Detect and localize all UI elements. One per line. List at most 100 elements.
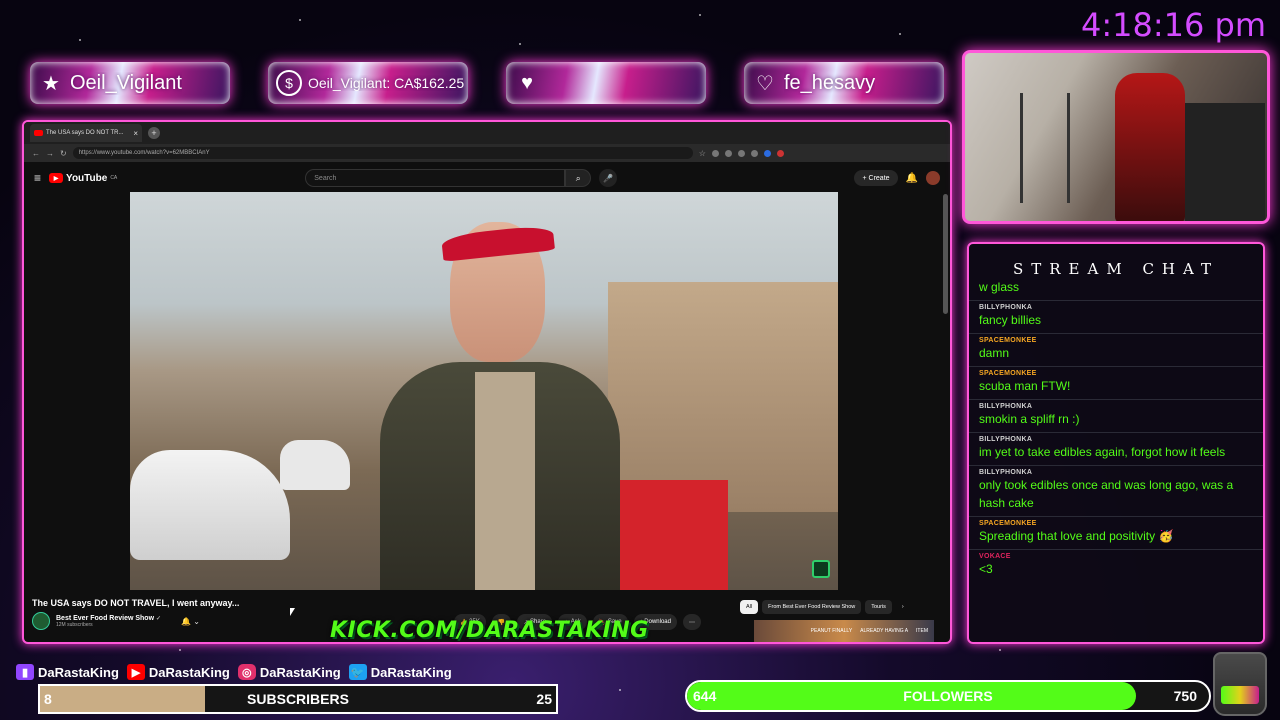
chat-message-text: w glass	[979, 280, 1020, 294]
chip-tourism[interactable]: Touris	[865, 600, 892, 614]
bookmark-star-icon[interactable]: ☆	[699, 149, 706, 158]
browser-window: The USA says DO NOT TR... × + ← → ↻ http…	[22, 120, 952, 644]
page-scrollbar[interactable]	[943, 194, 948, 314]
chat-message: BILLYPHONKA fancy billies	[969, 301, 1263, 334]
extension-icon[interactable]	[724, 149, 732, 157]
create-button[interactable]: + Create	[854, 170, 898, 186]
extension-icon[interactable]	[737, 149, 745, 157]
chat-message: SPACEMONKEE damn	[969, 334, 1263, 367]
social-handle: DaRastaKing	[370, 664, 452, 680]
chat-message-text: <3	[979, 562, 993, 576]
video-person-shirt	[475, 372, 535, 590]
social-handle: DaRastaKing	[38, 664, 119, 680]
video-person	[380, 212, 620, 590]
url-field[interactable]: https://www.youtube.com/watch?v=62MBBCIA…	[72, 147, 693, 159]
chat-username: BILLYPHONKA	[979, 403, 1033, 410]
voice-search-button[interactable]: 🎤	[599, 169, 618, 187]
close-tab-icon[interactable]: ×	[133, 129, 138, 138]
new-tab-button[interactable]: +	[148, 127, 160, 139]
youtube-icon: ▶	[126, 664, 145, 680]
tab-youtube[interactable]: The USA says DO NOT TR... ×	[30, 124, 142, 142]
chat-message: BILLYPHONKA only took edibles once and w…	[969, 466, 1263, 517]
extension-icon[interactable]	[763, 149, 771, 157]
extension-icon[interactable]	[750, 149, 758, 157]
channel-name[interactable]: Best Ever Food Review Show	[56, 615, 154, 622]
alert-donation: $ Oeil_Vigilant: CA$162.25	[268, 62, 468, 104]
star-icon: ★	[42, 72, 60, 95]
more-icon: ⋯	[688, 619, 695, 626]
alert-heart: ♥	[506, 62, 706, 104]
thumbnail-text: ITEM	[916, 628, 928, 634]
follower-goal-label: FOLLOWERS	[903, 688, 993, 704]
create-label: Create	[868, 174, 890, 182]
chat-message-text: smokin a spliff rn :)	[979, 412, 1080, 426]
address-bar: ← → ↻ https://www.youtube.com/watch?v=62…	[24, 144, 950, 162]
youtube-favicon-icon	[34, 130, 43, 136]
subscriber-goal-target: 25	[536, 691, 552, 707]
notifications-bell-icon[interactable]: 🔔	[906, 173, 918, 184]
recommendation-chips: All From Best Ever Food Review Show Tour…	[740, 600, 910, 614]
chat-username: BILLYPHONKA	[979, 436, 1033, 443]
chat-username: SPACEMONKEE	[979, 520, 1037, 527]
alert-follower-text: Oeil_Vigilant	[70, 71, 182, 94]
dollar-icon: $	[276, 70, 302, 96]
stream-chat-panel: STREAM CHAT w glass BILLYPHONKA fancy bi…	[967, 242, 1265, 644]
search-icon: ⌕	[575, 172, 581, 183]
menu-icon[interactable]: ≡	[34, 171, 41, 185]
chat-message: BILLYPHONKA smokin a spliff rn :)	[969, 400, 1263, 433]
video-player[interactable]	[130, 192, 838, 590]
chip-all[interactable]: All	[740, 600, 759, 614]
chip-from-channel[interactable]: From Best Ever Food Review Show	[762, 600, 862, 614]
alert-follower: ★ Oeil_Vigilant	[30, 62, 230, 104]
chat-username: VOKACE	[979, 553, 1011, 560]
profile-icon[interactable]	[776, 149, 784, 157]
recommended-thumbnail[interactable]: PEANUT FINALLY ALREADY HAVING A ITEM	[754, 620, 934, 642]
mouse-cursor-icon	[290, 608, 295, 616]
chat-username: BILLYPHONKA	[979, 469, 1033, 476]
alert-donation-text: Oeil_Vigilant: CA$162.25	[308, 75, 465, 91]
verified-icon: ✓	[155, 615, 162, 622]
chat-username: SPACEMONKEE	[979, 337, 1037, 344]
chat-username: BILLYPHONKA	[979, 304, 1033, 311]
reload-icon[interactable]: ↻	[60, 149, 67, 158]
search-button[interactable]: ⌕	[565, 169, 592, 187]
youtube-region: CA	[110, 175, 118, 181]
video-title: The USA says DO NOT TRAVEL, I went anywa…	[32, 598, 240, 608]
subscriber-goal-current: 8	[44, 691, 52, 707]
video-building	[608, 282, 838, 512]
social-handle: DaRastaKing	[259, 664, 341, 680]
chips-next-icon[interactable]: ›	[896, 600, 910, 614]
youtube-header: ≡ ▶ YouTube CA Search ⌕ 🎤 + Create 🔔	[24, 162, 950, 194]
user-avatar[interactable]	[926, 171, 940, 185]
social-instagram: ◎ DaRastaKing	[237, 664, 341, 680]
more-actions-button[interactable]: ⋯	[682, 614, 701, 630]
video-red-cart	[618, 480, 728, 590]
tip-jar-label	[1221, 686, 1259, 704]
extension-icon[interactable]	[711, 149, 719, 157]
youtube-logo[interactable]: ▶ YouTube CA	[49, 173, 117, 184]
follower-goal-current: 644	[693, 688, 717, 704]
tip-jar-icon	[1213, 652, 1267, 716]
search-input[interactable]: Search	[305, 169, 566, 187]
chat-message-text: im yet to take edibles again, forgot how…	[979, 445, 1226, 459]
social-handle: DaRastaKing	[148, 664, 230, 680]
forward-icon[interactable]: →	[46, 149, 54, 158]
chat-message: BILLYPHONKA im yet to take edibles again…	[969, 433, 1263, 466]
chat-messages: w glass BILLYPHONKA fancy billies SPACEM…	[969, 278, 1263, 582]
thumbnail-text: PEANUT FINALLY	[810, 628, 853, 634]
chat-message-text: only took edibles once and was long ago,…	[979, 478, 1234, 510]
tab-title: The USA says DO NOT TR...	[46, 130, 124, 136]
channel-name-row[interactable]: Best Ever Food Review Show ✓	[56, 615, 161, 622]
back-icon[interactable]: ←	[32, 149, 40, 158]
subscribed-bell-icon[interactable]: 🔔 ⌄	[181, 617, 200, 626]
chat-message: SPACEMONKEE Spreading that love and posi…	[969, 517, 1263, 550]
chat-message-text: Spreading that love and positivity 🥳	[979, 529, 1174, 543]
webcam-desk	[1185, 103, 1265, 221]
chat-message: w glass	[969, 278, 1263, 301]
kick-url-overlay: KICK.COM/DARASTAKING	[330, 618, 649, 643]
chat-message-text: scuba man FTW!	[979, 379, 1071, 393]
channel-avatar[interactable]	[32, 612, 50, 630]
channel-watermark-icon[interactable]	[812, 560, 830, 578]
alert-subscriber-text: fe_hesavy	[784, 71, 876, 94]
subscriber-goal-label: SUBSCRIBERS	[247, 691, 349, 707]
